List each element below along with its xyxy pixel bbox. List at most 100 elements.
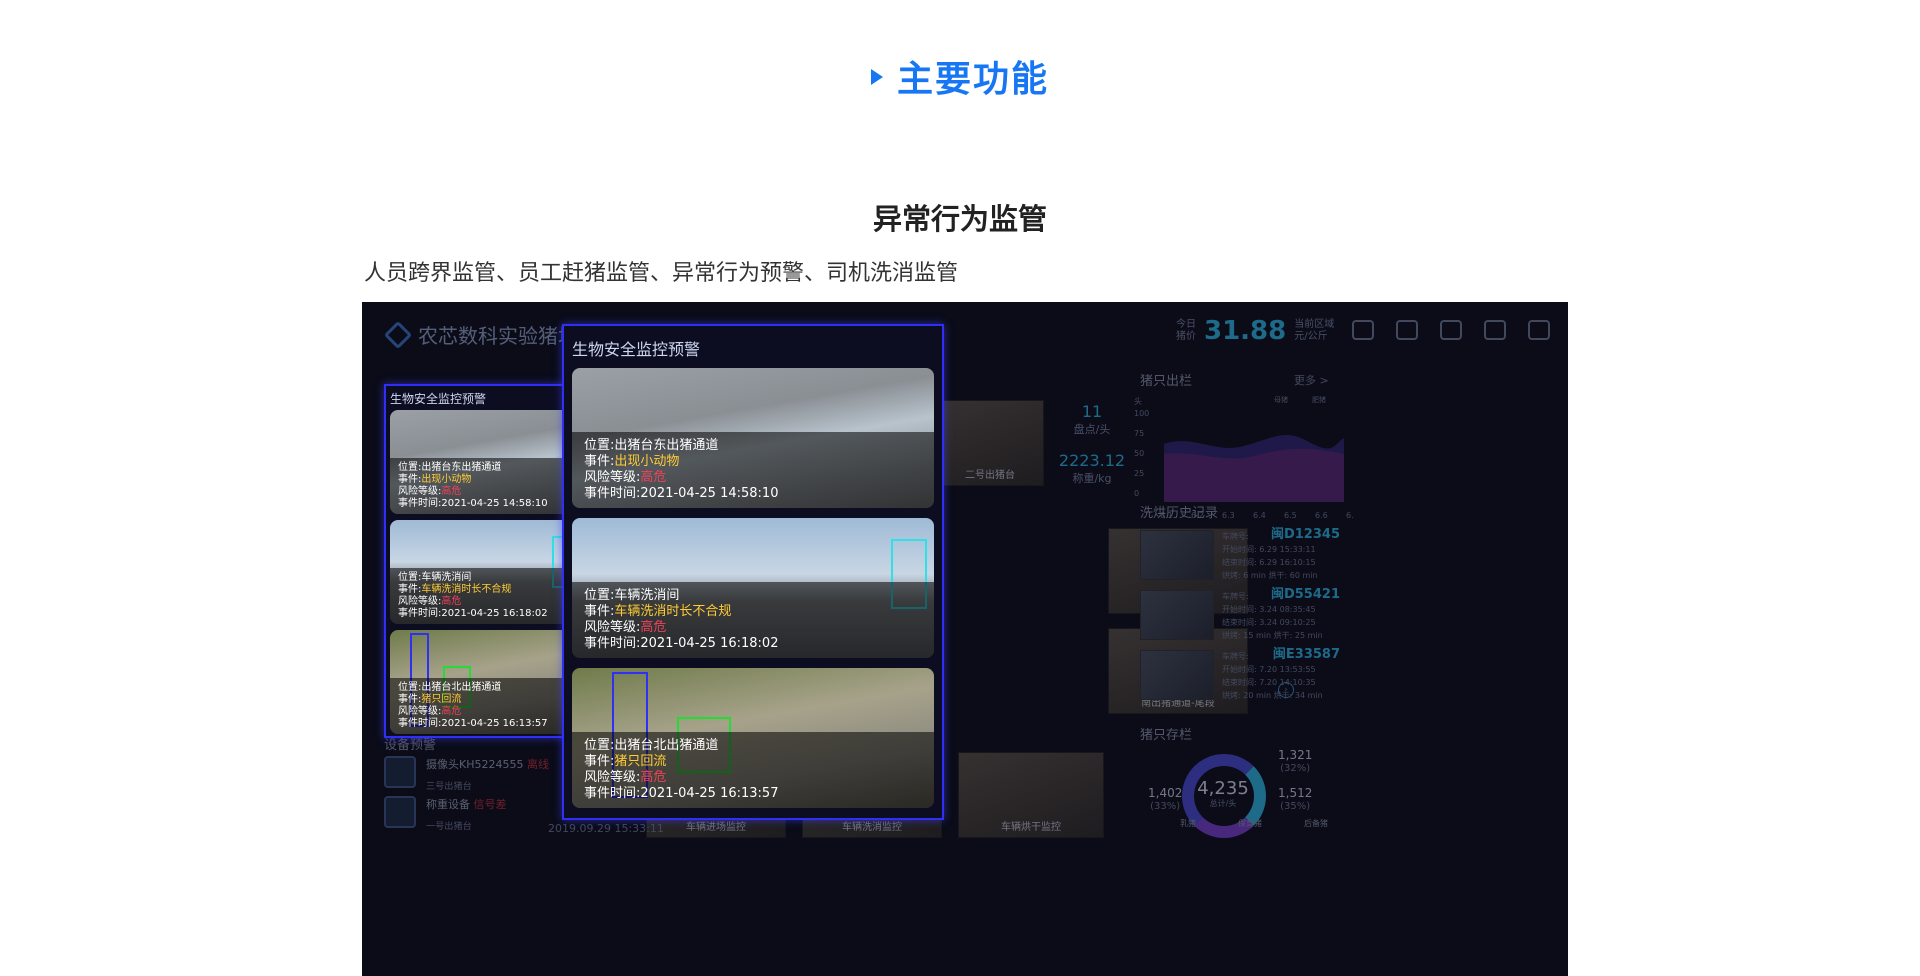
alert-value: 2021-04-25 14:58:10 <box>640 486 779 501</box>
chart-xtick: 6.6 <box>1315 511 1328 520</box>
alert-line: 事件:车辆洗消时长不合规 <box>584 604 922 620</box>
alert-card[interactable]: 位置:出猪台北出猪通道 事件:猪只回流 风险等级:高危 事件时间:2021-04-25… <box>572 668 934 808</box>
device-time: 2019.09.29 15:33:11 <box>548 822 664 835</box>
piggy-icon[interactable] <box>1484 320 1506 340</box>
wash-record[interactable]: 闽D12345 车牌号: 开始时间: 6.29 15:33:11 结束时间: 6.29… <box>1140 528 1340 584</box>
section-title: 主要功能 <box>0 50 1920 102</box>
wash-val: 7.20 13:53:55 <box>1259 665 1316 674</box>
wash-val: 20 min <box>1243 691 1272 700</box>
user-icon[interactable] <box>1440 320 1462 340</box>
scale-icon <box>384 796 416 828</box>
wash-val: 15 min <box>1243 631 1272 640</box>
chart-yunit: 头 <box>1134 396 1142 406</box>
price-label-1: 今日 <box>1176 319 1196 330</box>
section-title-text: 主要功能 <box>896 59 1049 100</box>
alert-key: 风险等级: <box>398 486 442 497</box>
clipboard-icon[interactable] <box>1396 320 1418 340</box>
logo-icon <box>383 320 413 349</box>
wash-key: 开始时间: <box>1222 605 1257 614</box>
popup-small-title: 生物安全监控预警 <box>390 392 487 406</box>
wash-line: 烘烤: 6 min 烘干: 60 min <box>1222 569 1340 582</box>
alert-card[interactable]: 位置:出猪台东出猪通道 事件:出现小动物 风险等级:高危 事件时间:2021-04-2… <box>390 410 574 514</box>
wash-val: 6.29 15:33:11 <box>1259 545 1316 554</box>
more-link[interactable]: 更多 > <box>1294 372 1329 388</box>
wash-key: 烘干: <box>1273 631 1293 640</box>
alert-line: 位置:车辆洗消间 <box>584 588 922 604</box>
device-item[interactable]: 称重设备 信号差 一号出猪台 <box>384 796 507 832</box>
device-item[interactable]: 摄像头KH5224555 离线 三号出猪台 <box>384 756 549 792</box>
wash-val: 3.24 09:10:25 <box>1259 618 1316 627</box>
alert-value: 高危 <box>441 486 462 497</box>
gear-icon[interactable] <box>1528 320 1550 340</box>
wash-record[interactable]: 闽E33587 车牌号: 开始时间: 7.20 13:53:55 结束时间: 7.20… <box>1140 648 1340 704</box>
alert-line: 位置:车辆洗消间 <box>398 572 566 584</box>
alert-key: 事件时间: <box>398 498 442 509</box>
popup-large-title: 生物安全监控预警 <box>572 340 701 359</box>
wash-line: 开始时间: 7.20 13:53:55 <box>1222 663 1340 676</box>
alert-value: 高危 <box>640 470 667 485</box>
chart-ytick: 50 <box>1134 449 1144 458</box>
price-unit: 当前区域 元/公斤 <box>1294 319 1334 343</box>
alert-value: 出猪台北出猪通道 <box>421 682 502 693</box>
alert-value: 车辆洗消时长不合规 <box>421 584 512 595</box>
alert-card[interactable]: 位置:出猪台东出猪通道 事件:出现小动物 风险等级:高危 事件时间:2021-04-2… <box>572 368 934 508</box>
alert-value: 2021-04-25 16:18:02 <box>441 608 548 619</box>
alert-line: 事件时间:2021-04-25 16:13:57 <box>584 786 922 802</box>
count-value: 11 <box>1081 402 1103 421</box>
alert-line: 事件时间:2021-04-25 16:18:02 <box>584 636 922 652</box>
device-loc: 一号出猪台 <box>426 821 472 832</box>
alert-info: 位置:出猪台北出猪通道 事件:猪只回流 风险等级:高危 事件时间:2021-04-25… <box>572 732 934 808</box>
device-text: 称重设备 信号差 一号出猪台 <box>426 796 507 832</box>
alert-key: 位置: <box>398 682 422 693</box>
alert-value: 车辆洗消间 <box>614 588 680 603</box>
sub-title: 异常行为监管 <box>872 202 1047 236</box>
wash-line: 结束时间: 6.29 16:10:15 <box>1222 556 1340 569</box>
alert-value: 猪只回流 <box>614 754 667 769</box>
dashboard-logo: 农芯数科实验猪场 <box>383 320 578 349</box>
stock-b: 1,402 <box>1148 786 1183 800</box>
chart-xtick: 6.4 <box>1253 511 1266 520</box>
alert-key: 事件: <box>584 754 615 769</box>
alert-card[interactable]: 位置:车辆洗消间 事件:车辆洗消时长不合规 风险等级:高危 事件时间:2021-04-… <box>572 518 934 658</box>
count-widget: 11 盘点/头 2223.12 称重/kg <box>1052 402 1132 486</box>
alert-key: 风险等级: <box>398 706 442 717</box>
alert-line: 事件时间:2021-04-25 14:58:10 <box>398 498 566 510</box>
wash-key: 车牌号: <box>1222 652 1249 661</box>
alert-card[interactable]: 位置:车辆洗消间 事件:车辆洗消时长不合规 风险等级:高危 事件时间:2021-04-… <box>390 520 574 624</box>
wash-line: 开始时间: 3.24 08:35:45 <box>1222 603 1340 616</box>
wash-record[interactable]: 闽D55421 车牌号: 开始时间: 3.24 08:35:45 结束时间: 3.24… <box>1140 587 1340 644</box>
alert-line: 事件时间:2021-04-25 16:13:57 <box>398 718 566 730</box>
wash-line: 烘烤: 20 min 烘干: 34 min <box>1222 689 1340 702</box>
alert-value: 2021-04-25 16:13:57 <box>640 786 779 801</box>
alert-key: 风险等级: <box>584 620 641 635</box>
camera-tile[interactable]: 二号出猪台 <box>936 400 1044 486</box>
alert-key: 位置: <box>584 738 615 753</box>
alert-key: 事件时间: <box>584 636 641 651</box>
stock-title: 猪只存栏 <box>1140 728 1193 743</box>
alert-card[interactable]: 位置:出猪台北出猪通道 事件:猪只回流 风险等级:高危 事件时间:2021-04-25… <box>390 630 574 734</box>
lock-icon[interactable] <box>1352 320 1374 340</box>
count-label: 盘点/头 <box>1073 423 1111 436</box>
wash-key: 烘烤: <box>1222 691 1241 700</box>
stock-a: 1,321 <box>1278 748 1313 762</box>
wash-key: 烘干: <box>1268 571 1288 580</box>
alert-line: 风险等级:高危 <box>398 706 566 718</box>
legend-piglet: 乳猪 <box>1180 819 1196 828</box>
wash-val: 34 min <box>1294 691 1323 700</box>
device-loc: 三号出猪台 <box>426 781 472 792</box>
wash-line: 开始时间: 6.29 15:33:11 <box>1222 543 1340 556</box>
alert-value: 高危 <box>640 770 667 785</box>
alert-key: 位置: <box>584 588 615 603</box>
alert-key: 风险等级: <box>584 470 641 485</box>
legend-fat: 肥猪 <box>1312 395 1326 404</box>
camera-tile[interactable]: 车辆烘干监控 <box>958 752 1104 838</box>
logo-text: 农芯数科实验猪场 <box>418 324 578 348</box>
price-value: 31.88 <box>1204 316 1287 346</box>
alert-info: 位置:出猪台东出猪通道 事件:出现小动物 风险等级:高危 事件时间:2021-04-2… <box>572 432 934 508</box>
wash-plate: 闽D55421 <box>1270 587 1340 602</box>
chart-xtick: 6.7 <box>1346 511 1354 520</box>
device-status: 信号差 <box>473 798 507 811</box>
price-unit-2: 元/公斤 <box>1294 331 1328 342</box>
price-unit-1: 当前区域 <box>1294 319 1335 330</box>
wash-key: 烘烤: <box>1222 631 1241 640</box>
